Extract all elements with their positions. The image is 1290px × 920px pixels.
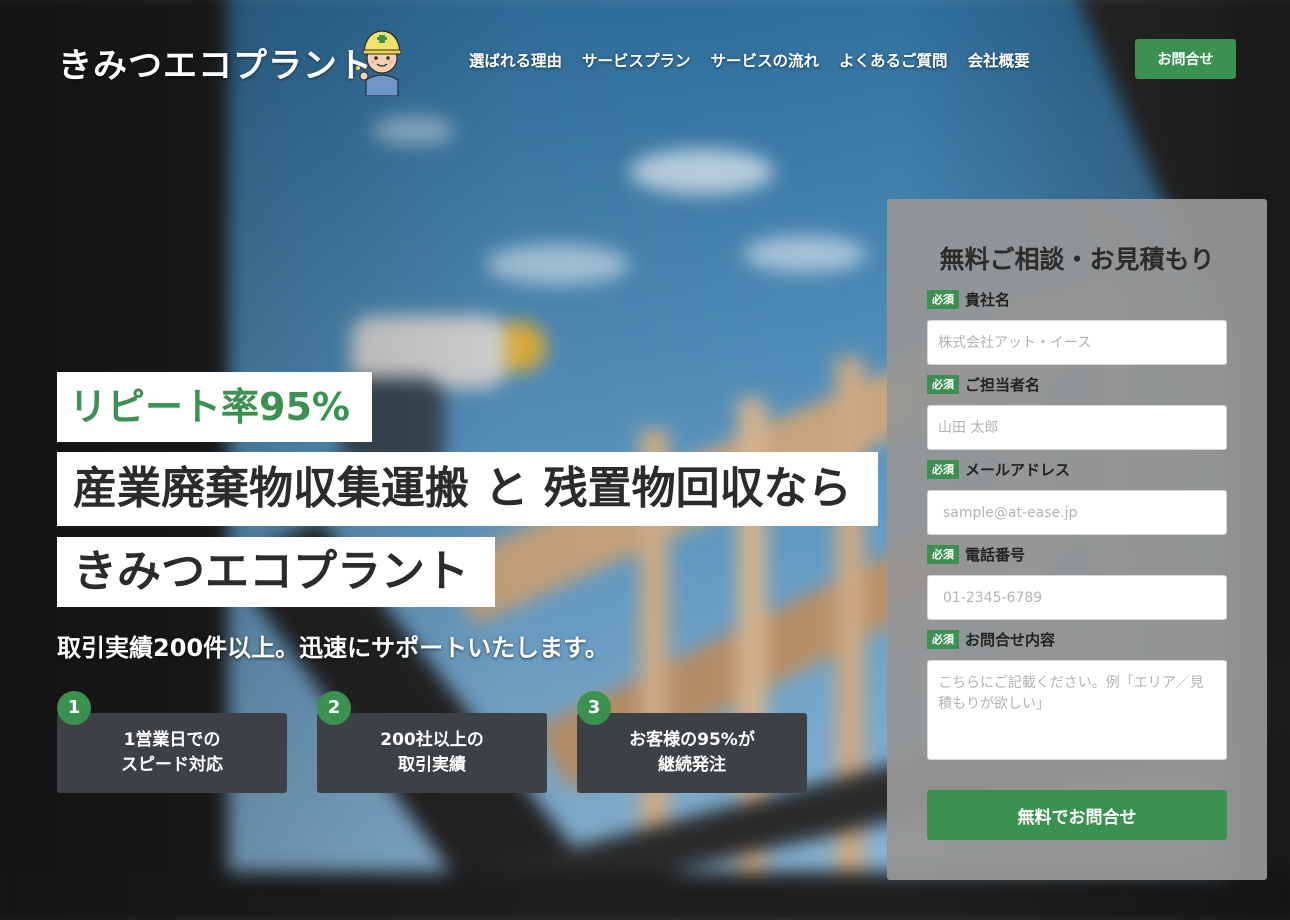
nav-link-faq[interactable]: よくあるご質問 — [839, 49, 948, 71]
company-name-input[interactable] — [927, 320, 1227, 365]
contact-person-label: 必須 ご担当者名 — [927, 374, 1040, 395]
field-label-text: ご担当者名 — [965, 376, 1041, 394]
inquiry-textarea[interactable] — [927, 660, 1227, 760]
feature-number-badge: 3 — [577, 691, 611, 725]
feature-line1: 200社以上の — [380, 730, 484, 750]
required-badge: 必須 — [927, 290, 959, 309]
field-label-text: メールアドレス — [965, 461, 1071, 479]
required-badge: 必須 — [927, 545, 959, 564]
header-contact-button[interactable]: お問合せ — [1135, 39, 1236, 79]
feature-card-track-record: 200社以上の 取引実績 — [317, 713, 547, 793]
field-label-text: 貴社名 — [965, 291, 1011, 309]
required-badge: 必須 — [927, 375, 959, 394]
nav-link-reasons[interactable]: 選ばれる理由 — [469, 49, 562, 71]
feature-line2: 継続発注 — [657, 755, 726, 775]
field-label-text: お問合せ内容 — [965, 631, 1056, 649]
nav-link-service-flow[interactable]: サービスの流れ — [711, 49, 820, 71]
contact-person-input[interactable] — [927, 405, 1227, 450]
feature-card-speed: 1営業日での スピード対応 — [57, 713, 287, 793]
field-label-text: 電話番号 — [965, 546, 1026, 564]
email-input[interactable] — [927, 490, 1227, 535]
company-name-label: 必須 貴社名 — [927, 289, 1010, 310]
nav-link-company[interactable]: 会社概要 — [968, 49, 1030, 71]
hero-headline-line2: きみつエコプラント — [57, 537, 495, 607]
phone-label: 必須 電話番号 — [927, 544, 1025, 565]
phone-input[interactable] — [927, 575, 1227, 620]
required-badge: 必須 — [927, 460, 959, 479]
required-badge: 必須 — [927, 630, 959, 649]
submit-button[interactable]: 無料でお問合せ — [927, 790, 1227, 840]
hero-headline-line1: 産業廃棄物収集運搬 と 残置物回収なら — [57, 452, 878, 526]
feature-number-badge: 2 — [317, 691, 351, 725]
main-nav: 選ばれる理由 サービスプラン サービスの流れ よくあるご質問 会社概要 — [469, 49, 1030, 71]
email-label: 必須 メールアドレス — [927, 459, 1070, 480]
site-logo[interactable]: きみつエコプラント — [58, 38, 373, 87]
inquiry-label: 必須 お問合せ内容 — [927, 629, 1055, 650]
landing-page: きみつエコプラント 選ばれる理由 サービスプラン サービスの流れ よくあるご質問… — [0, 0, 1290, 920]
nav-link-service-plan[interactable]: サービスプラン — [582, 49, 691, 71]
repeat-rate-tag: リピート率95% — [57, 372, 372, 442]
feature-card-repeat-orders: お客様の95%が 継続発注 — [577, 713, 807, 793]
feature-line1: 1営業日での — [123, 730, 221, 750]
mascot-worker-icon — [356, 30, 402, 96]
hero-lead-text: 取引実績200件以上。迅速にサポートいたします。 — [57, 634, 609, 662]
feature-number-badge: 1 — [57, 691, 91, 725]
feature-line1: お客様の95%が — [629, 730, 755, 750]
form-title: 無料ご相談・お見積もり — [939, 245, 1215, 274]
feature-line2: スピード対応 — [121, 755, 223, 775]
feature-line2: 取引実績 — [398, 755, 466, 775]
